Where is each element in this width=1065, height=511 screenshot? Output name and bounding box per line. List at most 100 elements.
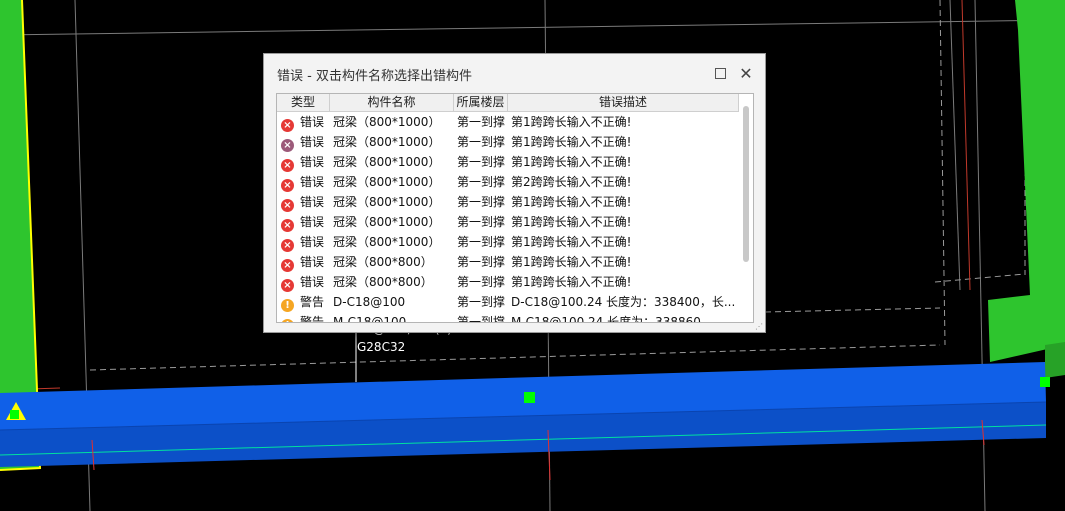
cell-floor: 第一到撑 bbox=[457, 315, 506, 323]
type-label: 错误 bbox=[300, 215, 325, 229]
cell-component-name[interactable]: D-C18@100 bbox=[333, 292, 453, 312]
close-icon: ✕ bbox=[739, 63, 753, 83]
cell-component-name[interactable]: 冠梁（800*1000） bbox=[333, 152, 453, 172]
right-column bbox=[988, 0, 1065, 362]
error-icon: × bbox=[281, 219, 294, 232]
maximize-icon bbox=[714, 67, 726, 79]
type-label: 警告 bbox=[300, 295, 325, 309]
list-header: 类型 构件名称 所属楼层 错误描述 bbox=[277, 94, 739, 112]
error-icon: × bbox=[281, 259, 294, 272]
dashed-line bbox=[764, 307, 941, 313]
cell-type: × 错误 bbox=[281, 152, 331, 172]
cell-component-name[interactable]: 冠梁（800*1000） bbox=[333, 112, 453, 132]
dashed-line bbox=[939, 0, 946, 346]
cell-type: ! 警告 bbox=[281, 312, 331, 323]
table-row[interactable]: × 错误 冠梁（800*800） 第一到撑 第1跨跨长输入不正确! bbox=[277, 252, 739, 272]
cell-type: × 错误 bbox=[281, 112, 331, 132]
cell-type: × 错误 bbox=[281, 212, 331, 232]
error-icon: × bbox=[281, 119, 294, 132]
type-label: 错误 bbox=[300, 175, 325, 189]
column-header-floor[interactable]: 所属楼层 bbox=[454, 94, 508, 111]
column-header-name[interactable]: 构件名称 bbox=[330, 94, 454, 111]
error-dialog: 错误 - 双击构件名称选择出错构件 ✕ 类型 构件名称 所属楼层 错误描述 × 错… bbox=[263, 53, 766, 333]
cell-component-name[interactable]: 冠梁（800*1000） bbox=[333, 132, 453, 152]
cell-component-name[interactable]: 冠梁（800*800） bbox=[333, 252, 453, 272]
cell-description: 第2跨跨长输入不正确! bbox=[511, 175, 632, 189]
cell-description: 第1跨跨长输入不正确! bbox=[511, 235, 632, 249]
type-label: 错误 bbox=[300, 155, 325, 169]
resize-grip-icon[interactable]: ⋰ bbox=[755, 322, 763, 331]
cell-description: 第1跨跨长输入不正确! bbox=[511, 155, 632, 169]
vertical-scrollbar[interactable] bbox=[739, 94, 753, 322]
scrollbar-thumb[interactable] bbox=[743, 106, 749, 262]
type-label: 错误 bbox=[300, 275, 325, 289]
column-header-desc[interactable]: 错误描述 bbox=[508, 94, 739, 111]
warning-icon: ! bbox=[281, 319, 294, 322]
cell-type: × 错误 bbox=[281, 252, 331, 272]
table-row[interactable]: × 错误 冠梁（800*800） 第一到撑 第1跨跨长输入不正确! bbox=[277, 272, 739, 292]
error-list[interactable]: 类型 构件名称 所属楼层 错误描述 × 错误 冠梁（800*1000） 第一到撑 第1跨… bbox=[276, 93, 754, 323]
cell-type: × 错误 bbox=[281, 232, 331, 252]
cell-type: × 错误 bbox=[281, 272, 331, 292]
cell-component-name[interactable]: 冠梁（800*1000） bbox=[333, 212, 453, 232]
cell-component-name[interactable]: 冠梁（800*1000） bbox=[333, 232, 453, 252]
column-header-type[interactable]: 类型 bbox=[277, 94, 330, 111]
close-button[interactable]: ✕ bbox=[735, 62, 757, 84]
grip-marker bbox=[1040, 377, 1050, 387]
error-icon: × bbox=[281, 179, 294, 192]
cell-description: 第1跨跨长输入不正确! bbox=[511, 135, 632, 149]
dialog-title: 错误 - 双击构件名称选择出错构件 bbox=[277, 69, 472, 84]
table-row[interactable]: × 错误 冠梁（800*1000） 第一到撑 第1跨跨长输入不正确! bbox=[277, 132, 739, 152]
warning-icon: ! bbox=[281, 299, 294, 312]
dashed-line bbox=[89, 344, 941, 371]
type-label: 错误 bbox=[300, 235, 325, 249]
cell-floor: 第一到撑 bbox=[457, 215, 506, 229]
cell-description: 第1跨跨长输入不正确! bbox=[511, 255, 632, 269]
type-label: 错误 bbox=[300, 135, 325, 149]
cell-component-name[interactable]: 冠梁（800*800） bbox=[333, 272, 453, 292]
cell-floor: 第一到撑 bbox=[457, 155, 506, 169]
table-row[interactable]: × 错误 冠梁（800*1000） 第一到撑 第1跨跨长输入不正确! bbox=[277, 152, 739, 172]
cell-type: × 错误 bbox=[281, 132, 331, 152]
cell-floor: 第一到撑 bbox=[457, 295, 506, 309]
table-row[interactable]: × 错误 冠梁（800*1000） 第一到撑 第1跨跨长输入不正确! bbox=[277, 212, 739, 232]
list-rows: × 错误 冠梁（800*1000） 第一到撑 第1跨跨长输入不正确! × 错误 冠梁（800*… bbox=[277, 112, 739, 323]
cell-component-name[interactable]: M-C18@100 bbox=[333, 312, 453, 322]
cell-type: ! 警告 bbox=[281, 292, 331, 312]
error-icon: × bbox=[281, 279, 294, 292]
table-row[interactable]: ! 警告 D-C18@100 第一到撑 D-C18@100.24 长度为：338400，… bbox=[277, 292, 739, 312]
dialog-titlebar[interactable]: 错误 - 双击构件名称选择出错构件 ✕ bbox=[264, 54, 765, 92]
table-row[interactable]: × 错误 冠梁（800*1000） 第一到撑 第1跨跨长输入不正确! bbox=[277, 232, 739, 252]
cell-description: 第1跨跨长输入不正确! bbox=[511, 275, 632, 289]
cell-description: 第1跨跨长输入不正确! bbox=[511, 215, 632, 229]
cell-floor: 第一到撑 bbox=[457, 115, 506, 129]
cell-floor: 第一到撑 bbox=[457, 175, 506, 189]
grid-line bbox=[0, 19, 1065, 36]
type-label: 警告 bbox=[300, 315, 325, 323]
grip-marker bbox=[10, 410, 19, 419]
type-label: 错误 bbox=[300, 255, 325, 269]
cell-description: D-C18@100.24 长度为：338400，长... bbox=[511, 295, 736, 309]
table-row[interactable]: ! 警告 M-C18@100 第一到撑 M-C18@100.24 长度为：338860，… bbox=[277, 312, 739, 323]
cell-description: 第1跨跨长输入不正确! bbox=[511, 115, 632, 129]
cell-floor: 第一到撑 bbox=[457, 255, 506, 269]
cell-component-name[interactable]: 冠梁（800*1000） bbox=[333, 172, 453, 192]
cell-type: × 错误 bbox=[281, 192, 331, 212]
type-label: 错误 bbox=[300, 195, 325, 209]
cell-floor: 第一到撑 bbox=[457, 135, 506, 149]
cad-label-rebar-2: G28C32 bbox=[357, 340, 406, 354]
table-row[interactable]: × 错误 冠梁（800*1000） 第一到撑 第1跨跨长输入不正确! bbox=[277, 112, 739, 132]
cell-description: M-C18@100.24 长度为：338860，长... bbox=[511, 315, 736, 323]
error-icon: × bbox=[281, 239, 294, 252]
cell-type: × 错误 bbox=[281, 172, 331, 192]
grid-line bbox=[949, 0, 961, 291]
table-row[interactable]: × 错误 冠梁（800*1000） 第一到撑 第1跨跨长输入不正确! bbox=[277, 192, 739, 212]
table-row[interactable]: × 错误 冠梁（800*1000） 第一到撑 第2跨跨长输入不正确! bbox=[277, 172, 739, 192]
cell-component-name[interactable]: 冠梁（800*1000） bbox=[333, 192, 453, 212]
error-icon-selected: × bbox=[281, 139, 294, 152]
type-label: 错误 bbox=[300, 115, 325, 129]
cell-floor: 第一到撑 bbox=[457, 195, 506, 209]
red-axis-line bbox=[961, 0, 971, 291]
grip-marker bbox=[524, 392, 535, 403]
maximize-button[interactable] bbox=[709, 62, 731, 84]
